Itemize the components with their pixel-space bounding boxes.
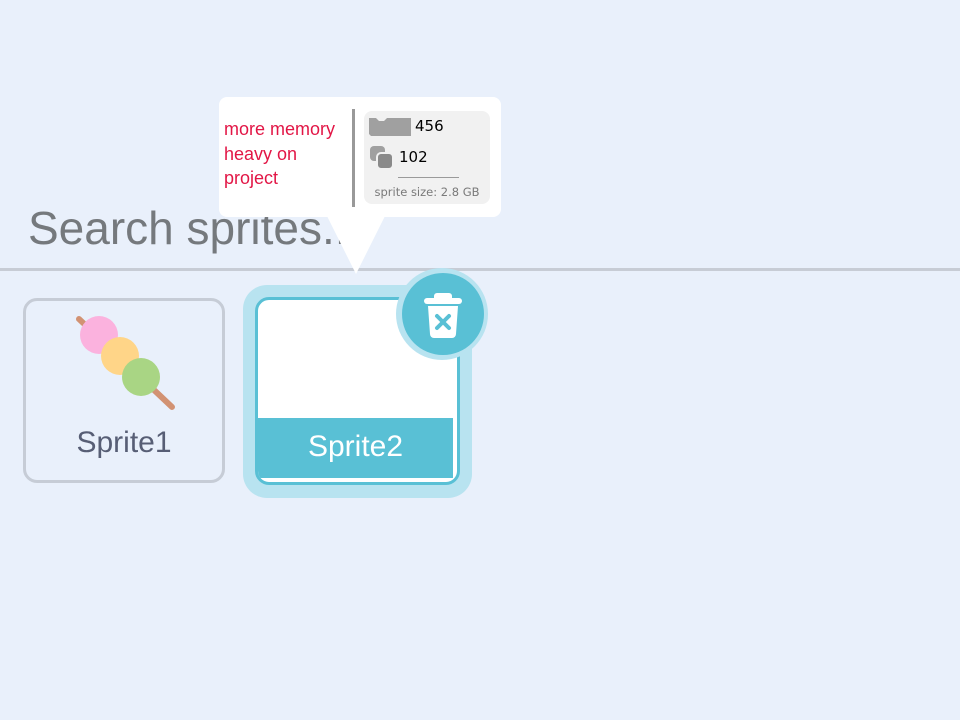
search-divider	[0, 268, 960, 271]
trash-icon	[424, 293, 462, 338]
stats-divider	[398, 177, 459, 178]
sprite-size-text: sprite size: 2.8 GB	[374, 185, 480, 199]
sprite-stats-panel: 456 102 sprite size: 2.8 GB	[364, 111, 490, 204]
delete-sprite-button[interactable]	[402, 273, 484, 355]
dango-icon	[76, 316, 175, 410]
tooltip-separator	[352, 109, 355, 207]
costumes-icon	[370, 146, 394, 170]
sprite-tile-sprite1[interactable]: Sprite1	[23, 298, 225, 483]
block-icon	[369, 118, 411, 136]
sprite-name-bar: Sprite2	[258, 418, 453, 478]
tooltip-warning-text: more memory heavy on project	[224, 119, 336, 188]
blocks-count: 456	[415, 117, 444, 135]
sprite-name: Sprite1	[76, 426, 172, 459]
sprite-info-tooltip: more memory heavy on project 456 102 spr…	[219, 97, 501, 217]
tooltip-pointer	[326, 214, 386, 274]
sprite-name: Sprite2	[307, 430, 404, 463]
costumes-count: 102	[399, 148, 428, 166]
